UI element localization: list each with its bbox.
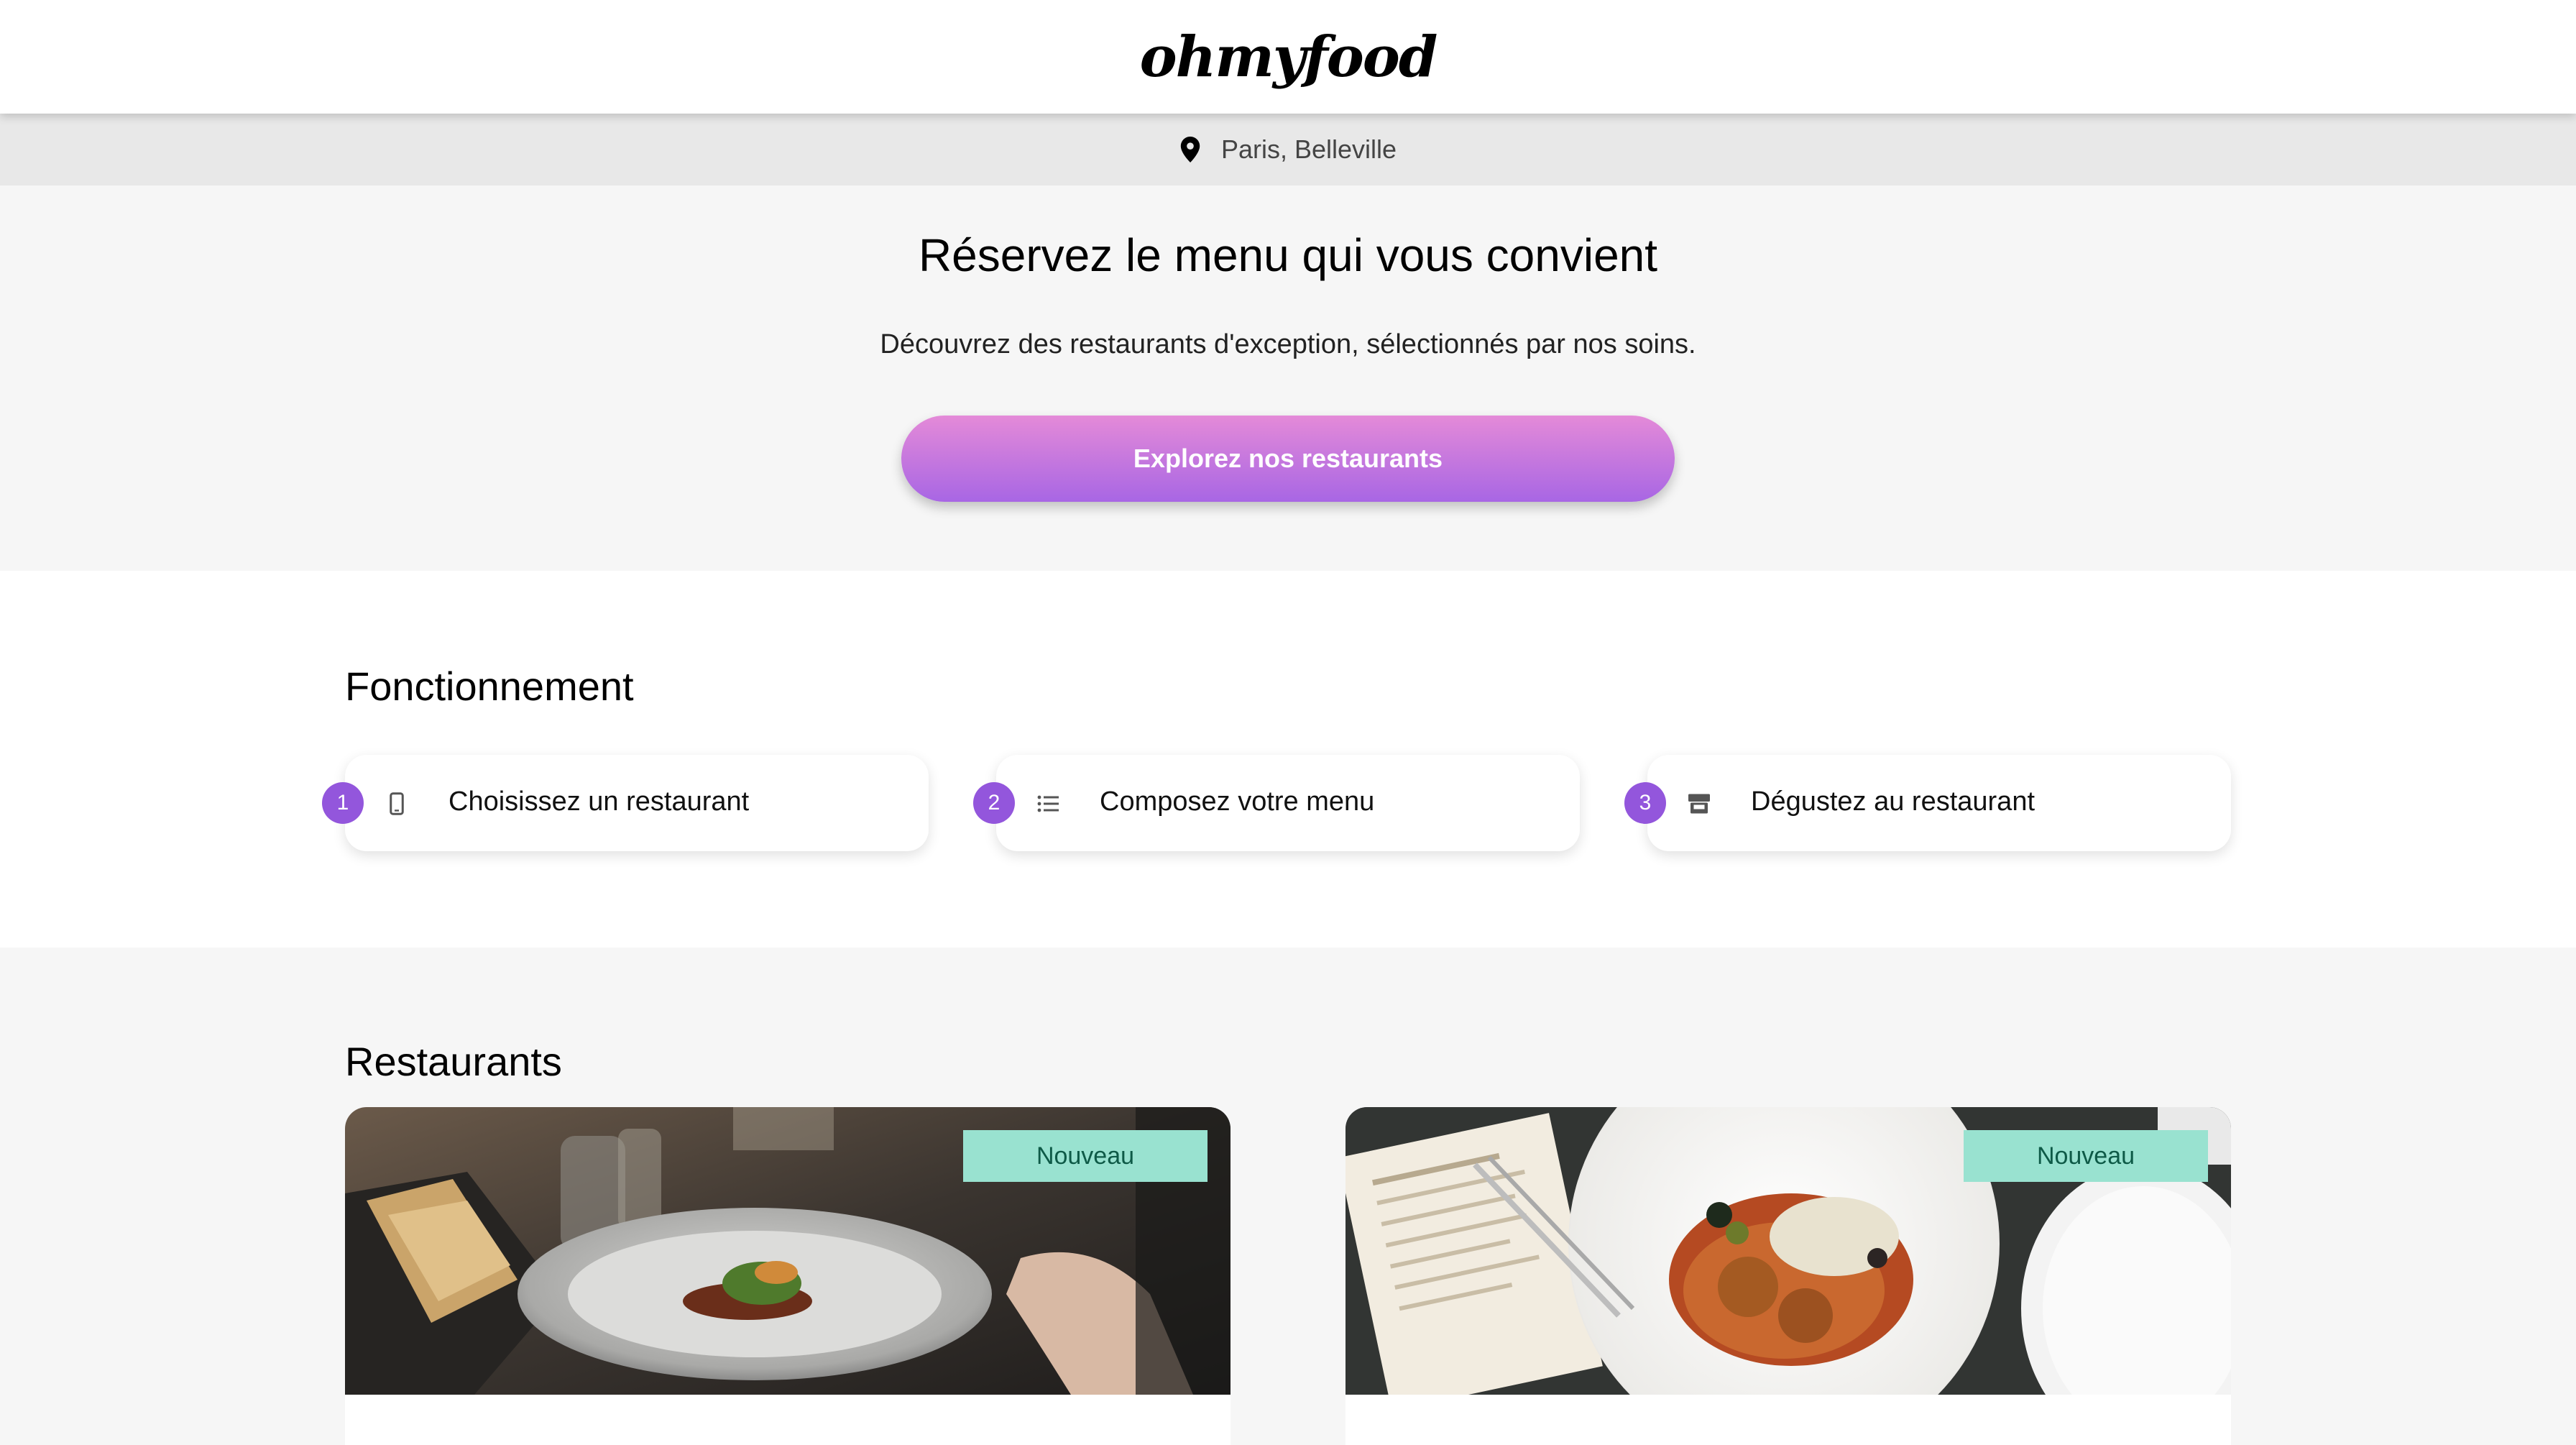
new-badge: Nouveau [1964, 1130, 2208, 1182]
explore-restaurants-button[interactable]: Explorez nos restaurants [901, 416, 1675, 502]
logo[interactable]: ohmyfood [1140, 24, 1438, 90]
list-icon [1037, 795, 1059, 812]
store-icon [1688, 794, 1710, 814]
restaurant-card-2[interactable]: Nouveau [1346, 1107, 2231, 1445]
step-card-1: 1 Choisissez un restaurant [322, 755, 929, 851]
step-card-2: 2 Composez votre menu [973, 755, 1580, 851]
step-label: Choisissez un restaurant [448, 786, 750, 817]
restaurant-card-1[interactable]: Nouveau [345, 1107, 1230, 1445]
step-card-3: 3 Dégustez au restaurant [1624, 755, 2231, 851]
section-title: Restaurants [345, 1039, 562, 1084]
site-header: ohmyfood [0, 0, 2576, 114]
hero-section: Réservez le menu qui vous convient Décou… [0, 185, 2576, 571]
restaurants-section: Restaurants Nouveau Nouveau [0, 948, 2576, 1445]
step-number-badge: 1 [322, 782, 364, 824]
section-title: Fonctionnement [345, 664, 634, 709]
hero-title: Réservez le menu qui vous convient [918, 229, 1658, 281]
phone-icon [390, 792, 404, 815]
hero-subtitle: Découvrez des restaurants d'exception, s… [880, 329, 1696, 359]
step-number-badge: 3 [1624, 782, 1666, 824]
how-it-works-section: Fonctionnement 1 Choisissez un restauran… [0, 571, 2576, 948]
location-bar: Paris, Belleville [0, 114, 2576, 185]
new-badge: Nouveau [963, 1130, 1208, 1182]
step-label: Composez votre menu [1100, 786, 1375, 817]
step-label: Dégustez au restaurant [1751, 786, 2036, 817]
location-text: Paris, Belleville [1220, 134, 1397, 164]
location-pin-icon [1180, 137, 1200, 162]
step-number-badge: 2 [973, 782, 1015, 824]
